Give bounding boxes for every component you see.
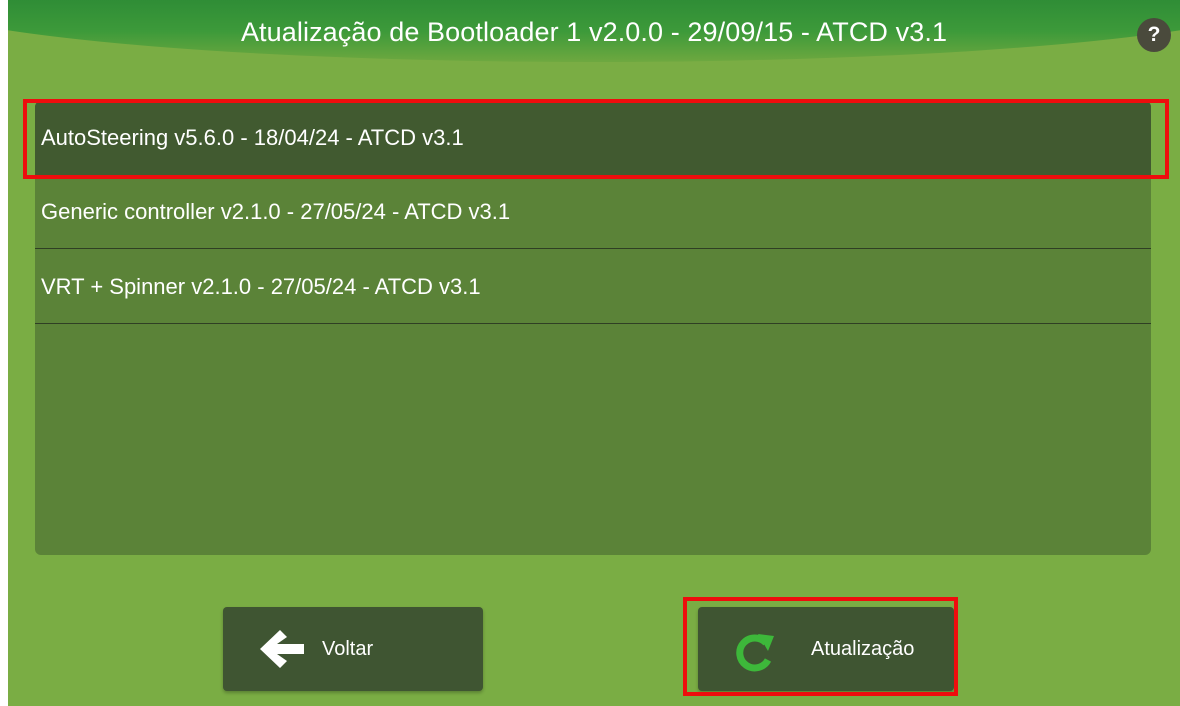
update-button[interactable]: Atualização [698, 607, 954, 691]
back-button[interactable]: Voltar [223, 607, 483, 691]
screen: Atualização de Bootloader 1 v2.0.0 - 29/… [8, 0, 1180, 706]
list-item-label: AutoSteering v5.6.0 - 18/04/24 - ATCD v3… [41, 125, 464, 150]
list-item-autosteering[interactable]: AutoSteering v5.6.0 - 18/04/24 - ATCD v3… [35, 101, 1151, 175]
arrow-left-icon [260, 630, 304, 668]
back-button-label: Voltar [322, 638, 374, 660]
help-button[interactable]: ? [1137, 18, 1171, 52]
page-title: Atualização de Bootloader 1 v2.0.0 - 29/… [240, 17, 948, 47]
firmware-list: AutoSteering v5.6.0 - 18/04/24 - ATCD v3… [35, 101, 1151, 555]
list-item-label: VRT + Spinner v2.1.0 - 27/05/24 - ATCD v… [41, 274, 481, 299]
list-item-label: Generic controller v2.1.0 - 27/05/24 - A… [41, 199, 511, 224]
list-item-vrt-spinner[interactable]: VRT + Spinner v2.1.0 - 27/05/24 - ATCD v… [35, 250, 1151, 324]
update-button-label: Atualização [811, 638, 915, 660]
list-item-generic-controller[interactable]: Generic controller v2.1.0 - 27/05/24 - A… [35, 175, 1151, 249]
refresh-icon [736, 634, 774, 672]
help-icon: ? [1147, 23, 1161, 46]
